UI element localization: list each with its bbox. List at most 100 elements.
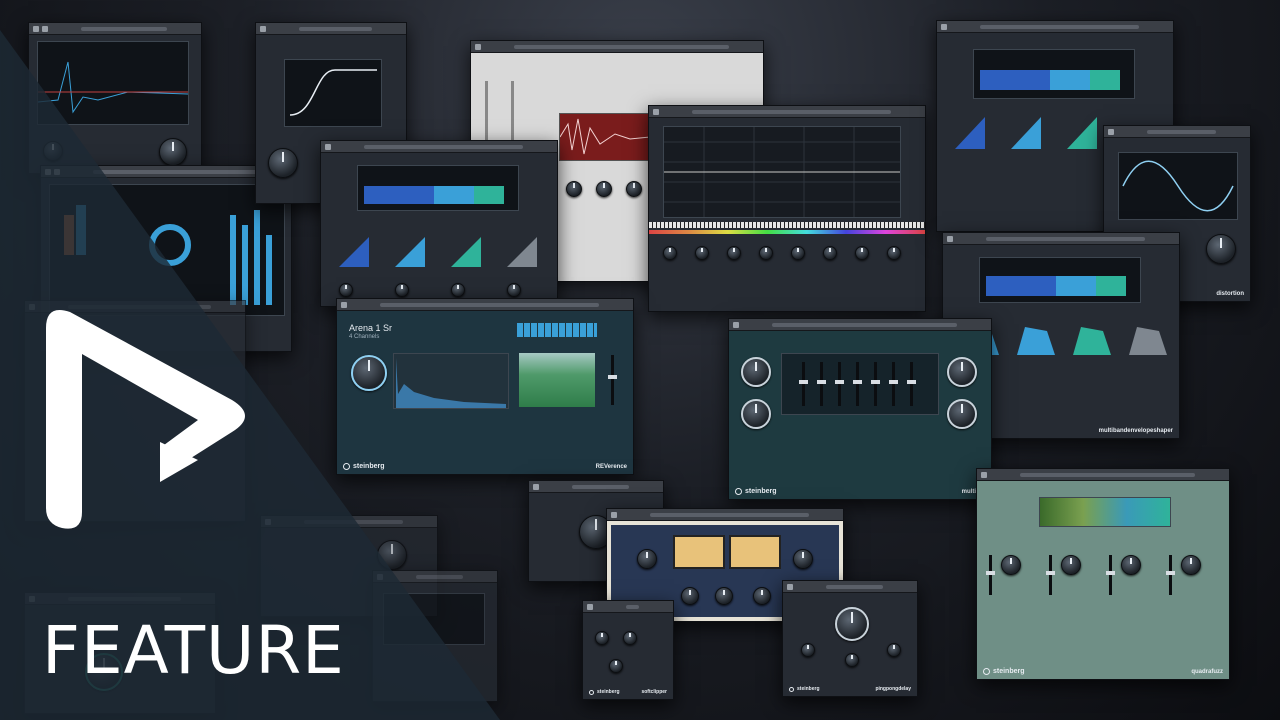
power-icon[interactable] [341,301,347,308]
bypass-icon[interactable] [42,25,48,32]
power-icon[interactable] [787,583,793,590]
window-titlebar[interactable] [41,166,291,178]
drive-knob[interactable] [268,148,298,178]
program-matrix[interactable] [517,323,597,337]
power-icon[interactable] [733,321,739,328]
window-titlebar[interactable] [977,469,1229,481]
band-1-drive-knob[interactable] [1001,555,1021,575]
power-icon[interactable] [475,43,481,50]
band-3-gain-knob[interactable] [727,246,741,260]
power-icon[interactable] [533,483,539,490]
tap-6-fader[interactable] [889,362,898,406]
band-4-gain-knob[interactable] [759,246,773,260]
plugin-window-background[interactable] [24,300,246,522]
window-titlebar[interactable] [261,516,437,528]
ratio-knob[interactable] [395,283,409,297]
plugin-window-frequency-eq[interactable] [648,105,926,312]
window-titlebar[interactable] [607,509,843,521]
band-6-gain-knob[interactable] [823,246,837,260]
plugin-window-pingpongdelay[interactable]: steinberg pingpongdelay [782,580,918,697]
band-8-gain-knob[interactable] [887,246,901,260]
plugin-window-quadrafuzz[interactable]: steinberg quadrafuzz [976,468,1230,680]
band-1-gain-knob[interactable] [663,246,677,260]
window-titlebar[interactable] [25,593,215,605]
input-knob[interactable] [637,549,657,569]
mix-knob[interactable] [947,357,977,387]
band-1-output-fader[interactable] [986,555,995,595]
band-4-output-fader[interactable] [1166,555,1175,595]
plugin-window-multitap[interactable]: steinberg multitap [728,318,992,500]
main-knob[interactable] [377,540,407,570]
output-knob[interactable] [947,399,977,429]
attack-knob[interactable] [681,587,699,605]
mix-knob[interactable] [887,643,901,657]
window-titlebar[interactable] [529,481,663,493]
window-titlebar[interactable] [373,571,497,583]
window-titlebar[interactable] [943,233,1179,245]
spatial-knob[interactable] [845,653,859,667]
band-mid[interactable] [1056,276,1096,296]
delay-knob[interactable] [835,607,869,641]
band-2-drive-knob[interactable] [1061,555,1081,575]
power-icon[interactable] [941,23,947,30]
window-titlebar[interactable] [471,41,763,53]
band-high[interactable] [1090,70,1120,90]
power-icon[interactable] [653,108,659,115]
threshold-knob[interactable] [339,283,353,297]
band-5-gain-knob[interactable] [791,246,805,260]
plugin-window-multiband-compressor[interactable] [320,140,558,307]
band-3-output-fader[interactable] [1106,555,1115,595]
plugin-window-background[interactable] [372,570,498,702]
feedback-knob[interactable] [741,399,771,429]
ratio-knob[interactable] [753,587,771,605]
window-titlebar[interactable] [256,23,406,35]
window-titlebar[interactable] [1104,126,1250,138]
release-knob[interactable] [596,181,612,197]
attack-knob[interactable] [451,283,465,297]
tap-4-fader[interactable] [853,362,862,406]
band-low[interactable] [364,186,434,204]
feedback-knob[interactable] [801,643,815,657]
release-knob[interactable] [507,283,521,297]
band-mid[interactable] [1050,70,1090,90]
power-icon[interactable] [29,595,35,602]
power-icon[interactable] [45,168,51,175]
power-icon[interactable] [981,471,987,478]
release-knob[interactable] [715,587,733,605]
input-knob[interactable] [43,141,63,161]
band-high[interactable] [474,186,504,204]
window-titlebar[interactable] [783,581,917,593]
drive-knob[interactable] [1206,234,1236,264]
mix-knob[interactable] [351,355,387,391]
preset-name[interactable]: Arena 1 Sr [349,323,392,333]
tap-2-fader[interactable] [817,362,826,406]
band-7-gain-knob[interactable] [855,246,869,260]
mix-knob[interactable] [623,631,637,645]
band-4-drive-knob[interactable] [1181,555,1201,575]
band-2-gain-knob[interactable] [695,246,709,260]
band-low[interactable] [980,70,1050,90]
input-knob[interactable] [595,631,609,645]
attack-knob[interactable] [566,181,582,197]
output-knob[interactable] [609,659,623,673]
window-titlebar[interactable] [25,301,245,313]
band-high[interactable] [1096,276,1126,296]
tap-1-fader[interactable] [799,362,808,406]
plugin-window-oscilloscope[interactable] [28,22,202,174]
window-titlebar[interactable] [29,23,201,35]
delay-knob[interactable] [741,357,771,387]
band-3-drive-knob[interactable] [1121,555,1141,575]
window-titlebar[interactable] [937,21,1173,33]
power-icon[interactable] [947,235,953,242]
plugin-window-reverence[interactable]: Arena 1 Sr 4 Channels steinberg REVerenc… [336,298,634,475]
power-icon[interactable] [29,303,35,310]
band-mid[interactable] [434,186,474,204]
power-icon[interactable] [325,143,331,150]
power-icon[interactable] [611,511,617,518]
band-low[interactable] [986,276,1056,296]
band-2-output-fader[interactable] [1046,555,1055,595]
output-knob[interactable] [793,549,813,569]
output-fader[interactable] [608,355,617,405]
output-knob[interactable] [159,138,187,166]
window-titlebar[interactable] [337,299,633,311]
